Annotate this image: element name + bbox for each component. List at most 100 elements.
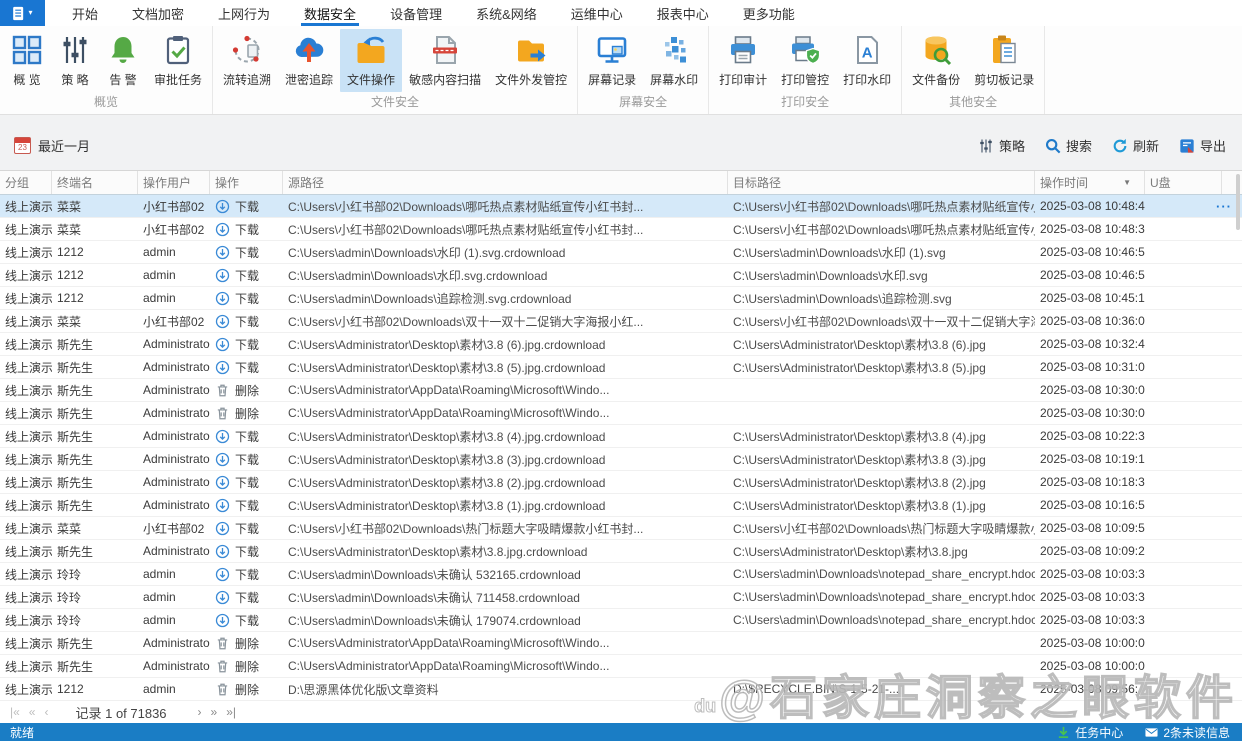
cell-terminal: 斯先生 <box>57 498 94 513</box>
export-button[interactable]: 导出 <box>1179 136 1226 155</box>
ribbon-item[interactable]: 策 略 <box>51 29 99 92</box>
ribbon-item[interactable]: 告 警 <box>99 29 147 92</box>
cell-usb <box>1145 402 1222 424</box>
toolbar-actions: 策略 搜索 刷新 导出 <box>978 136 1226 155</box>
table-row[interactable]: 线上演示 玲玲 admin 下载 C:\Users\admin\Downloads\未确… <box>0 563 1242 586</box>
task-center-button[interactable]: 任务中心 <box>1057 724 1123 741</box>
table-row[interactable]: 线上演示 斯先生 Administrator 下载 C:\Users\Administr… <box>0 356 1242 379</box>
table-header: 分组 终端名 操作用户 操作 源路径 目标路径 操作时间 ▼ U盘 <box>0 171 1242 195</box>
table-row[interactable]: 线上演示 斯先生 Administrator 下载 C:\Users\Administr… <box>0 471 1242 494</box>
download-icon <box>215 268 230 283</box>
ribbon-item[interactable]: 泄密追踪 <box>278 29 340 92</box>
table-row[interactable]: 线上演示 菜菜 小红书部02 下载 C:\Users\小红书部02\Downloads\… <box>0 195 1242 218</box>
ribbon-item[interactable]: 流转追溯 <box>216 29 278 92</box>
cell-user: admin <box>143 682 176 696</box>
policy-sliders-icon <box>59 34 91 66</box>
menu-tab-5[interactable]: 系统&网络 <box>459 0 554 26</box>
ribbon-item[interactable]: 文件外发管控 <box>488 29 574 92</box>
ribbon-item[interactable]: 打印管控 <box>774 29 836 92</box>
next-page-button[interactable]: › <box>198 705 202 719</box>
ribbon-item[interactable]: 剪切板记录 <box>967 29 1041 92</box>
cell-source-path: D:\思源黑体优化版\文章资料 <box>288 682 439 697</box>
table-row[interactable]: 线上演示 斯先生 Administrator 下载 C:\Users\Administr… <box>0 333 1242 356</box>
cell-group: 线上演示 <box>5 406 52 421</box>
first-page-button[interactable]: |« <box>10 705 20 719</box>
table-row[interactable]: 线上演示 斯先生 Administrator 下载 C:\Users\Administr… <box>0 448 1242 471</box>
table-row[interactable]: 线上演示 斯先生 Administrator 删除 C:\Users\Administr… <box>0 379 1242 402</box>
table-row[interactable]: 线上演示 斯先生 Administrator 删除 C:\Users\Administr… <box>0 402 1242 425</box>
cell-operation: 删除 <box>210 402 283 424</box>
unread-messages-button[interactable]: 2条未读信息 <box>1145 724 1230 741</box>
fast-prev-button[interactable]: « <box>29 705 36 719</box>
vertical-scrollbar[interactable] <box>1236 174 1240 230</box>
cell-operation: 删除 <box>210 632 283 654</box>
column-header-7[interactable]: U盘 <box>1145 171 1222 194</box>
ribbon-item[interactable]: A 打印水印 <box>836 29 898 92</box>
table-row[interactable]: 线上演示 斯先生 Administrator 删除 C:\Users\Administr… <box>0 655 1242 678</box>
cell-time: 2025-03-08 10:03:30 <box>1040 613 1145 627</box>
prev-page-button[interactable]: ‹ <box>44 705 48 719</box>
ribbon-item-label: 泄密追踪 <box>285 73 334 87</box>
cell-target-path: C:\Users\小红书部02\Downloads\哪吒热点素材贴纸宣传小红..… <box>733 199 1035 214</box>
column-header-6[interactable]: 操作时间 ▼ <box>1035 171 1145 194</box>
table-row[interactable]: 线上演示 1212 admin 下载 C:\Users\admin\Downloads\… <box>0 264 1242 287</box>
table-row[interactable]: 线上演示 斯先生 Administrator 下载 C:\Users\Administr… <box>0 540 1242 563</box>
menu-tab-4[interactable]: 设备管理 <box>373 0 459 26</box>
fast-next-button[interactable]: » <box>211 705 218 719</box>
column-header-1[interactable]: 终端名 <box>52 171 138 194</box>
table-row[interactable]: 线上演示 斯先生 Administrator 下载 C:\Users\Administr… <box>0 494 1242 517</box>
table-row[interactable]: 线上演示 斯先生 Administrator 下载 C:\Users\Administr… <box>0 425 1242 448</box>
ribbon-item[interactable]: 概 览 <box>3 29 51 92</box>
cell-terminal: 1212 <box>57 291 84 305</box>
ribbon-item-label: 流转追溯 <box>223 73 272 87</box>
cell-group: 线上演示 <box>5 682 52 697</box>
cell-operation: 下载 <box>210 517 283 539</box>
cell-usb <box>1145 540 1222 562</box>
table-row[interactable]: 线上演示 1212 admin 删除 D:\思源黑体优化版\文章资料 D:\$RECYCL… <box>0 678 1242 701</box>
ribbon-item[interactable]: 屏幕水印 <box>643 29 705 92</box>
cell-user: Administrator <box>143 498 210 512</box>
table-row[interactable]: 线上演示 菜菜 小红书部02 下载 C:\Users\小红书部02\Downloads\… <box>0 218 1242 241</box>
search-button[interactable]: 搜索 <box>1045 136 1092 155</box>
cell-user: 小红书部02 <box>143 521 205 536</box>
table-row[interactable]: 线上演示 玲玲 admin 下载 C:\Users\admin\Downloads\未确… <box>0 586 1242 609</box>
cell-terminal: 斯先生 <box>57 452 94 467</box>
table-row[interactable]: 线上演示 菜菜 小红书部02 下载 C:\Users\小红书部02\Downloads\… <box>0 517 1242 540</box>
cell-group: 线上演示 <box>5 222 52 237</box>
app-menu-button[interactable]: ▾ <box>0 0 45 26</box>
column-header-4[interactable]: 源路径 <box>283 171 728 194</box>
filter-dropdown-icon[interactable]: ▼ <box>1123 178 1139 187</box>
ribbon-item[interactable]: 文件备份 <box>905 29 967 92</box>
menu-tab-8[interactable]: 更多功能 <box>726 0 812 26</box>
download-icon <box>215 452 230 467</box>
menu-tab-3[interactable]: 数据安全 <box>287 0 373 26</box>
ribbon-item[interactable]: 打印审计 <box>712 29 774 92</box>
ribbon-item[interactable]: 文件操作 <box>340 29 403 92</box>
ribbon-item[interactable]: 敏感内容扫描 <box>402 29 488 92</box>
column-header-2[interactable]: 操作用户 <box>138 171 210 194</box>
column-header-3[interactable]: 操作 <box>210 171 283 194</box>
menu-tab-0[interactable]: 开始 <box>55 0 115 26</box>
column-header-5[interactable]: 目标路径 <box>728 171 1035 194</box>
refresh-button[interactable]: 刷新 <box>1112 136 1159 155</box>
last-page-button[interactable]: »| <box>226 705 236 719</box>
sensitive-scan-doc-icon <box>429 34 461 66</box>
table-row[interactable]: 线上演示 1212 admin 下载 C:\Users\admin\Downloads\… <box>0 287 1242 310</box>
table-row[interactable]: 线上演示 1212 admin 下载 C:\Users\admin\Downloads\… <box>0 241 1242 264</box>
menu-tab-7[interactable]: 报表中心 <box>640 0 726 26</box>
menu-tab-2[interactable]: 上网行为 <box>201 0 287 26</box>
ribbon-group: 文件备份 剪切板记录 其他安全 <box>902 26 1046 114</box>
ribbon-item[interactable]: 屏幕记录 <box>581 29 643 92</box>
ribbon-item-label: 屏幕记录 <box>588 73 637 87</box>
table-row[interactable]: 线上演示 玲玲 admin 下载 C:\Users\admin\Downloads\未确… <box>0 609 1242 632</box>
download-icon <box>215 245 230 260</box>
policy-button[interactable]: 策略 <box>978 136 1025 155</box>
menu-tab-1[interactable]: 文档加密 <box>115 0 201 26</box>
column-header-0[interactable]: 分组 <box>0 171 52 194</box>
menu-tab-6[interactable]: 运维中心 <box>554 0 640 26</box>
table-row[interactable]: 线上演示 菜菜 小红书部02 下载 C:\Users\小红书部02\Downloads\… <box>0 310 1242 333</box>
date-range-filter[interactable]: 23 最近一月 <box>14 136 90 155</box>
row-actions-menu[interactable]: ··· <box>1216 195 1232 217</box>
ribbon-item[interactable]: 审批任务 <box>147 29 209 92</box>
table-row[interactable]: 线上演示 斯先生 Administrator 删除 C:\Users\Administr… <box>0 632 1242 655</box>
